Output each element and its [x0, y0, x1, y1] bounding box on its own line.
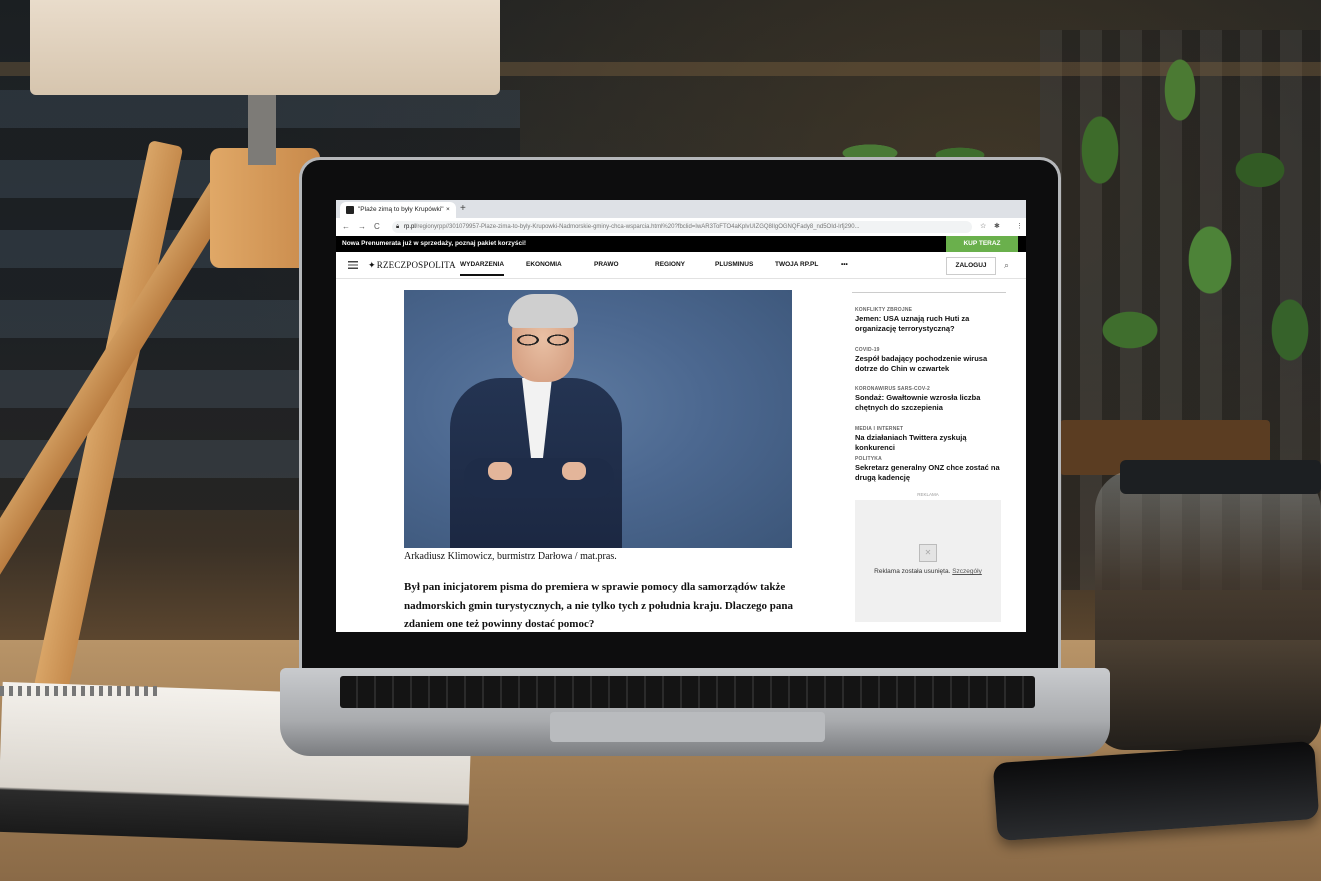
news-headline[interactable]: Zespół badający pochodzenie wirusa dotrz…	[855, 354, 1007, 373]
eagle-logo-icon: ✦	[368, 260, 376, 270]
browser-menu-icon[interactable]: ⋮	[1016, 218, 1023, 236]
url-host: rp.pl	[404, 224, 416, 230]
news-headline[interactable]: Jemen: USA uznają ruch Huti za organizac…	[855, 314, 1007, 333]
nav-item-twoja-rp[interactable]: TWOJA RP.PL	[775, 252, 818, 278]
sidebar-news-item[interactable]: POLITYKA Sekretarz generalny ONZ chce zo…	[855, 455, 1007, 482]
sidebar-news-item[interactable]: COVID-19 Zespół badający pochodzenie wir…	[855, 346, 1007, 373]
nav-more-icon[interactable]: •••	[841, 252, 848, 278]
nav-item-ekonomia[interactable]: EKONOMIA	[526, 252, 562, 278]
lock-icon: 🔒︎	[396, 224, 400, 230]
back-arrow-icon[interactable]: ←	[342, 218, 350, 236]
address-bar[interactable]: 🔒︎ rp.pl/regionyrpp//301079957-Plaze-zim…	[392, 221, 972, 233]
promo-text[interactable]: Nowa Prenumerata już w sprzedaży, poznaj…	[342, 236, 526, 252]
buy-now-button[interactable]: KUP TERAZ	[946, 236, 1018, 252]
glass-jar	[1095, 470, 1321, 750]
news-headline[interactable]: Sekretarz generalny ONZ chce zostać na d…	[855, 463, 1007, 482]
favicon-icon	[346, 206, 354, 214]
extensions-icon[interactable]: ✱	[994, 218, 1000, 236]
url-path: /regionyrpp//301079957-Plaze-zima-to-byl…	[415, 224, 860, 230]
sidebar-news-item[interactable]: KONFLIKTY ZBROJNE Jemen: USA uznają ruch…	[855, 306, 1007, 333]
login-button[interactable]: ZALOGUJ	[946, 257, 996, 275]
tab-bar: "Plaże zimą to były Krupówki" × +	[336, 200, 1026, 218]
new-tab-button[interactable]: +	[460, 202, 466, 216]
removed-ad-icon: ✕	[919, 544, 937, 562]
photo-crossed-arms	[464, 458, 614, 498]
ad-label: REKLAMA	[917, 492, 939, 497]
tab-close-icon[interactable]: ×	[446, 202, 450, 218]
ad-details-link[interactable]: Szczegóły	[952, 568, 982, 575]
ad-removed-message: Reklama została usunięta. Szczegóły	[855, 568, 1001, 575]
logo-text: RZECZPOSPOLITA	[376, 260, 456, 270]
promo-banner: Nowa Prenumerata już w sprzedaży, poznaj…	[336, 236, 1026, 252]
photo-hair	[508, 294, 578, 328]
lamp-neck	[248, 95, 276, 165]
nav-item-wydarzenia[interactable]: WYDARZENIA	[460, 252, 505, 276]
photo-glasses	[514, 334, 572, 346]
search-icon[interactable]: ⌕	[1004, 252, 1009, 278]
news-category: POLITYKA	[855, 456, 882, 462]
notebook-spiral	[0, 686, 160, 696]
forward-arrow-icon[interactable]: →	[358, 218, 366, 236]
article-lead-question: Był pan inicjatorem pisma do premiera w …	[404, 581, 793, 630]
news-category: MEDIA I INTERNET	[855, 426, 904, 432]
news-category: KORONAWIRUS SARS-COV-2	[855, 386, 930, 392]
article-photo	[404, 290, 792, 548]
potted-plant	[1060, 30, 1320, 430]
hamburger-menu-icon[interactable]	[348, 261, 358, 269]
sidebar-news-item[interactable]: KORONAWIRUS SARS-COV-2 Sondaż: Gwałtowni…	[855, 385, 1007, 412]
nav-item-plusminus[interactable]: PLUSMINUS	[715, 252, 753, 278]
news-headline[interactable]: Na działaniach Twittera zyskują konkuren…	[855, 433, 1007, 452]
jar-lid	[1120, 460, 1321, 494]
reload-icon[interactable]: C	[374, 218, 380, 236]
tab-title: "Plaże zimą to były Krupówki"	[358, 206, 444, 213]
news-category: KONFLIKTY ZBROJNE	[855, 307, 913, 313]
lamp-shade	[30, 0, 500, 95]
photo-hand	[562, 462, 586, 480]
sidebar-header-divider	[852, 278, 1006, 293]
photo-caption: Arkadiusz Klimowicz, burmistrz Darłowa /…	[404, 551, 617, 562]
news-headline[interactable]: Sondaż: Gwałtownie wzrosła liczba chętny…	[855, 393, 1007, 412]
ad-removed-text: Reklama została usunięta.	[874, 568, 951, 575]
browser-window: "Plaże zimą to były Krupówki" × + ← → C …	[336, 200, 1026, 632]
browser-tab[interactable]: "Plaże zimą to były Krupówki" ×	[340, 202, 456, 218]
ad-placeholder: ✕ Reklama została usunięta. Szczegóły	[855, 500, 1001, 622]
browser-toolbar: ← → C 🔒︎ rp.pl/regionyrpp//301079957-Pla…	[336, 218, 1026, 237]
bookmark-star-icon[interactable]: ☆	[980, 218, 986, 236]
sidebar-news-item[interactable]: MEDIA I INTERNET Na działaniach Twittera…	[855, 425, 1007, 452]
photo-hand	[488, 462, 512, 480]
site-navigation: ✦RZECZPOSPOLITA WYDARZENIA EKONOMIA PRAW…	[336, 252, 1026, 279]
laptop-keyboard	[340, 676, 1035, 708]
nav-item-prawo[interactable]: PRAWO	[594, 252, 619, 278]
laptop-trackpad	[550, 712, 825, 742]
site-logo[interactable]: ✦RZECZPOSPOLITA	[368, 252, 456, 278]
nav-item-regiony[interactable]: REGIONY	[655, 252, 685, 278]
news-category: COVID-19	[855, 347, 880, 353]
